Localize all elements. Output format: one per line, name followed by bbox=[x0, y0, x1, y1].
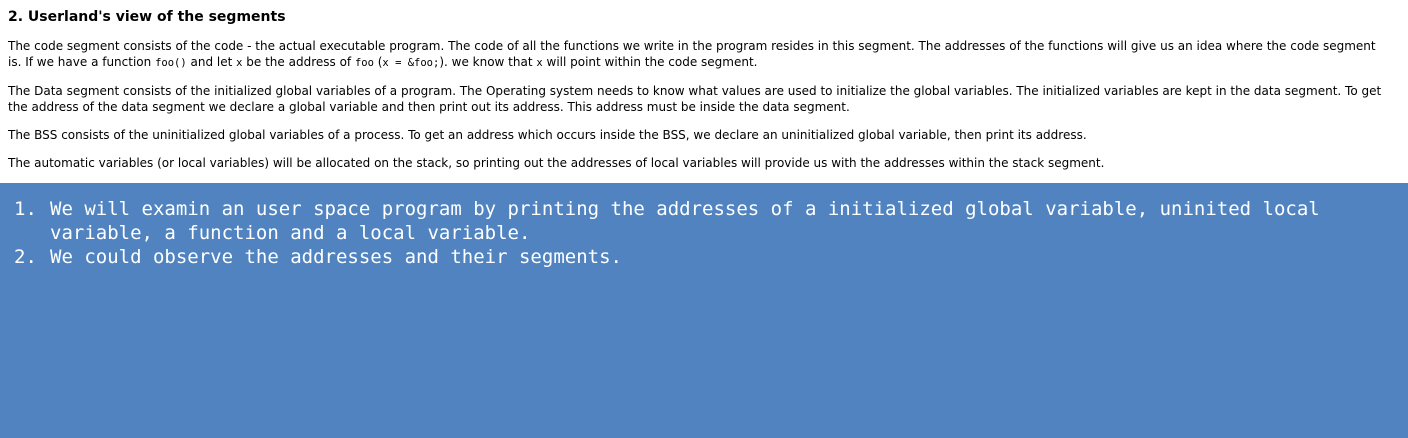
document-section: 2. Userland's view of the segments The c… bbox=[0, 0, 1408, 183]
notes-panel: 1. We will examin an user space program … bbox=[0, 183, 1408, 438]
paragraph-bss: The BSS consists of the uninitialized gl… bbox=[8, 128, 1087, 142]
paragraph-data-segment: The Data segment consists of the initial… bbox=[8, 84, 1382, 114]
inline-code: x = &foo; bbox=[382, 57, 440, 69]
list-item: 2. We could observe the addresses and th… bbox=[14, 245, 1394, 269]
paragraph-stack: The automatic variables (or local variab… bbox=[8, 156, 1105, 170]
inline-code: foo bbox=[354, 57, 374, 69]
list-item: 1. We will examin an user space program … bbox=[14, 197, 1394, 245]
paragraph-code-segment: The code segment consists of the code - … bbox=[8, 38, 1388, 71]
list-item-text: We could observe the addresses and their… bbox=[50, 246, 622, 268]
notes-list: 1. We will examin an user space program … bbox=[14, 197, 1394, 269]
paragraph-text: be the address of bbox=[242, 55, 355, 69]
list-item-text: We will examin an user space program by … bbox=[50, 198, 1320, 244]
list-item-number: 1. bbox=[14, 198, 37, 220]
inline-code: foo() bbox=[155, 57, 187, 69]
paragraph-text: will point within the code segment. bbox=[542, 55, 758, 69]
list-item-number: 2. bbox=[14, 246, 37, 268]
paragraph-text: and let bbox=[186, 55, 237, 69]
section-heading: 2. Userland's view of the segments bbox=[8, 9, 286, 25]
paragraph-text: ). we know that bbox=[439, 55, 537, 69]
